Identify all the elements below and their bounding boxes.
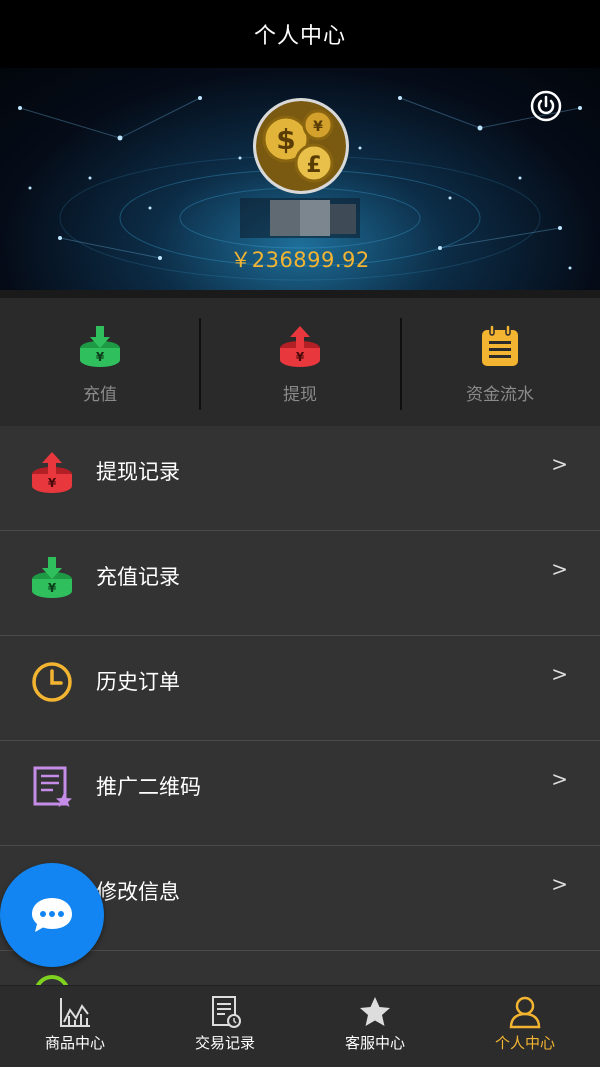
power-icon[interactable]	[530, 90, 562, 122]
clock-icon	[32, 662, 72, 702]
clipboard-icon	[482, 323, 518, 366]
chevron-right-icon: >	[551, 452, 568, 476]
bottom-tab-bar: 商品中心 交易记录 客服中心 个人中心	[0, 985, 600, 1067]
tab-products[interactable]: 商品中心	[0, 986, 150, 1067]
menu-item-label: 历史订单	[96, 670, 180, 694]
record-icon	[212, 996, 241, 1028]
tab-label: 客服中心	[344, 1034, 405, 1052]
tab-transactions[interactable]: 交易记录	[150, 986, 300, 1067]
avatar[interactable]: $ ¥ £	[253, 98, 349, 194]
menu-list: ¥ 提现记录 > ¥ 充值记录 > 历史订单 > 推广二维码 > 修改信息 >	[0, 426, 600, 1056]
menu-item-withdraw-records[interactable]: ¥ 提现记录 >	[0, 426, 600, 531]
chevron-right-icon: >	[551, 767, 568, 791]
tab-label: 商品中心	[44, 1034, 105, 1052]
quick-divider	[400, 318, 402, 410]
recharge-icon: ¥	[32, 557, 72, 598]
withdraw-icon: ¥	[32, 452, 72, 493]
menu-item-label: 推广二维码	[96, 775, 201, 799]
username-blurred	[240, 198, 360, 238]
quick-withdraw[interactable]: ¥ 提现	[200, 298, 400, 426]
tab-label: 个人中心	[494, 1034, 555, 1052]
star-icon	[360, 997, 390, 1026]
quick-fund-flow[interactable]: 资金流水	[400, 298, 600, 426]
certificate-icon	[33, 766, 72, 807]
menu-item-recharge-records[interactable]: ¥ 充值记录 >	[0, 531, 600, 636]
menu-item-order-history[interactable]: 历史订单 >	[0, 636, 600, 741]
chevron-right-icon: >	[551, 662, 568, 686]
svg-text:¥: ¥	[313, 119, 323, 135]
section-divider	[0, 290, 600, 298]
recharge-icon: ¥	[80, 325, 120, 367]
menu-item-promo-qrcode[interactable]: 推广二维码 >	[0, 741, 600, 846]
tab-profile[interactable]: 个人中心	[450, 986, 600, 1067]
svg-text:$: $	[276, 123, 295, 156]
user-icon	[509, 996, 541, 1029]
svg-text:¥: ¥	[96, 350, 105, 364]
tab-label: 交易记录	[194, 1034, 255, 1052]
quick-withdraw-label: 提现	[283, 384, 317, 405]
quick-actions: ¥ 充值 ¥ 提现 资金流水	[0, 298, 600, 426]
chart-icon	[60, 998, 90, 1027]
quick-fund-flow-label: 资金流水	[466, 384, 534, 405]
svg-text:¥: ¥	[48, 581, 57, 595]
svg-text:¥: ¥	[296, 350, 305, 364]
quick-recharge-label: 充值	[83, 384, 117, 405]
tab-customer-service[interactable]: 客服中心	[300, 986, 450, 1067]
menu-item-label: 修改信息	[96, 880, 180, 904]
menu-item-label: 充值记录	[96, 565, 180, 589]
chevron-right-icon: >	[551, 872, 568, 896]
svg-text:¥: ¥	[48, 476, 57, 490]
chat-float-button[interactable]	[0, 863, 104, 967]
chevron-right-icon: >	[551, 557, 568, 581]
chat-bubble-icon	[32, 898, 72, 932]
balance-amount: ￥236899.92	[230, 248, 370, 272]
top-bar: 个人中心	[0, 0, 600, 68]
menu-item-label: 提现记录	[96, 460, 180, 484]
profile-banner: $ ¥ £ ￥236899.92	[0, 68, 600, 290]
svg-text:£: £	[306, 153, 321, 178]
page-title: 个人中心	[253, 24, 346, 49]
withdraw-icon: ¥	[280, 325, 320, 367]
currency-coins-image: $ ¥ £	[256, 101, 346, 191]
quick-recharge[interactable]: ¥ 充值	[0, 298, 200, 426]
quick-divider	[199, 318, 201, 410]
